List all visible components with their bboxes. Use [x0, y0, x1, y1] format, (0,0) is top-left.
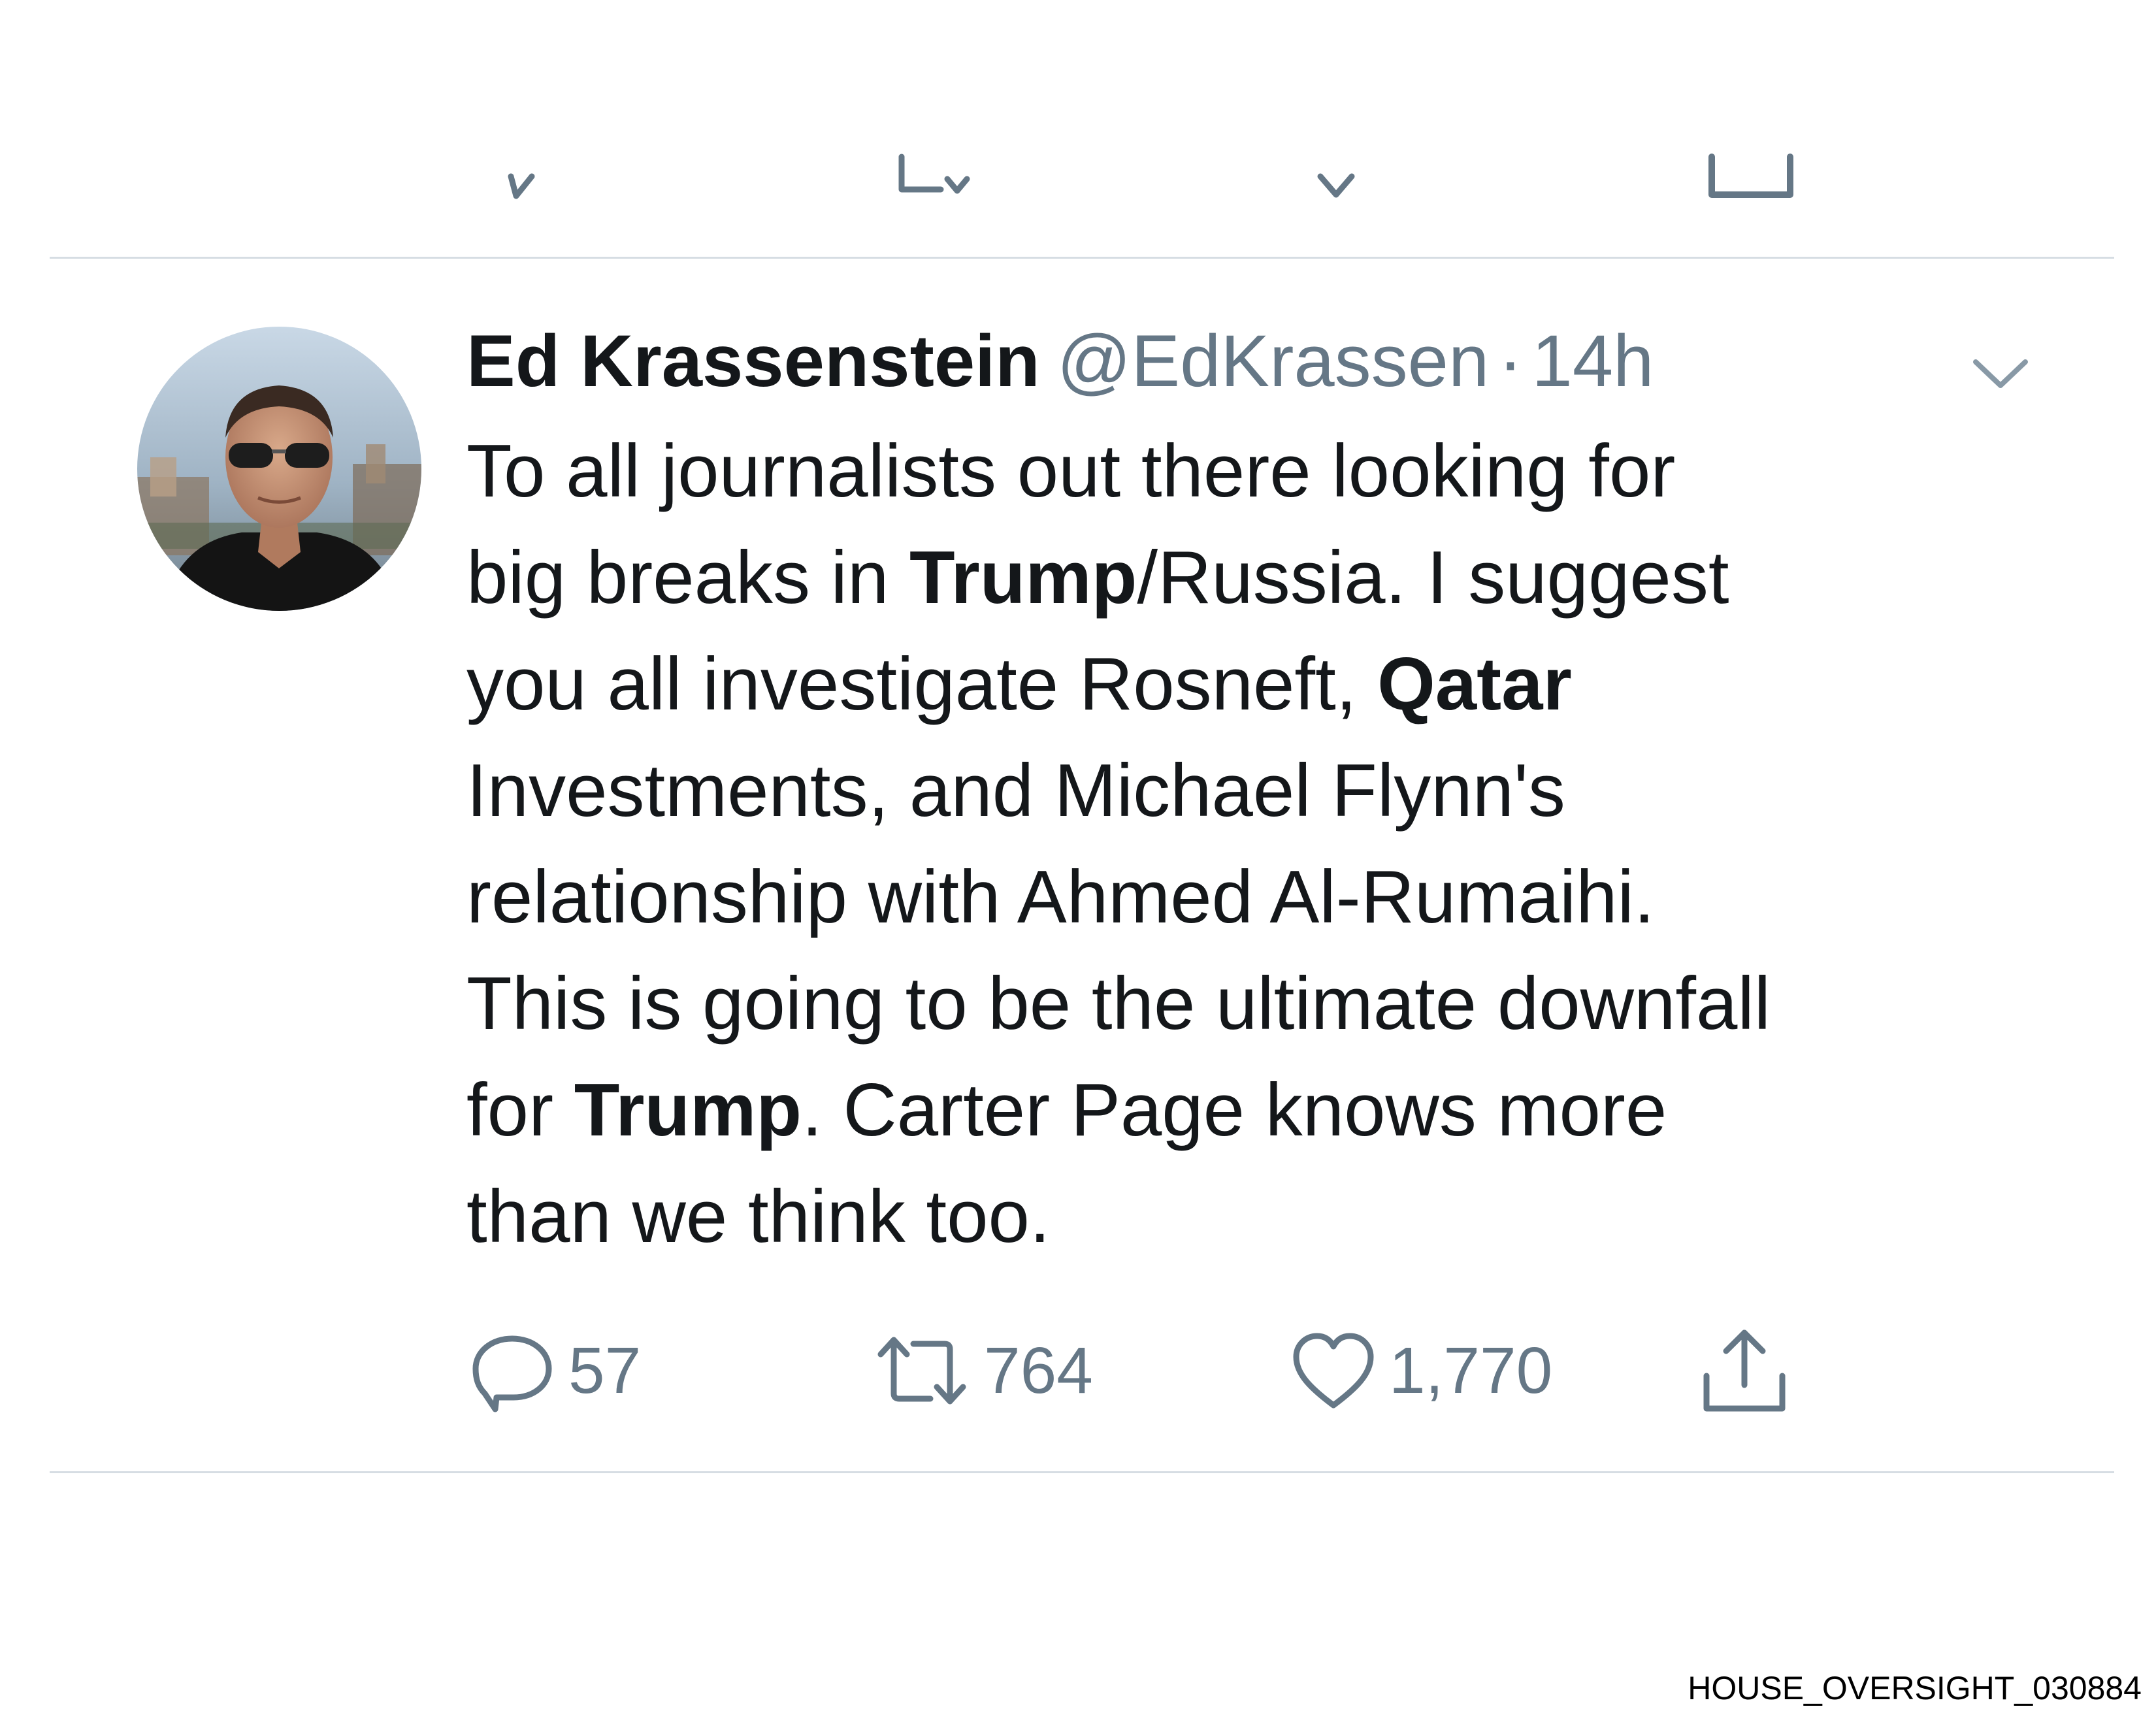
- tweet-text-line: To all journalists out there looking for: [466, 418, 2061, 525]
- retweet-icon: [898, 154, 970, 194]
- text-segment: you all investigate Rosneft,: [466, 643, 1378, 726]
- text-segment: for: [466, 1069, 574, 1152]
- divider-bottom: [50, 1471, 2114, 1473]
- share-button[interactable]: [1699, 1325, 1790, 1416]
- tweet-text-line: Investments, and Michael Flynn's: [466, 738, 2061, 844]
- bold-keyword: Trump: [909, 536, 1137, 619]
- retweet-button[interactable]: 764: [873, 1325, 1093, 1416]
- tweet-text-line: than we think too.: [466, 1164, 2061, 1270]
- tweet-text-line: relationship with Ahmed Al-Rumaihi.: [466, 844, 2061, 951]
- previous-tweet-actions: [0, 150, 2156, 203]
- divider-top: [50, 257, 2114, 259]
- display-name[interactable]: Ed Krassenstein: [466, 320, 1040, 402]
- chevron-down-icon[interactable]: [1968, 350, 2033, 396]
- text-segment: To all journalists out there looking for: [466, 430, 1676, 513]
- tweet-text-line: you all investigate Rosneft, Qatar: [466, 631, 2061, 738]
- like-button[interactable]: 1,770: [1291, 1325, 1552, 1416]
- user-handle[interactable]: @EdKrassen: [1057, 320, 1490, 402]
- share-icon: [1703, 1329, 1786, 1412]
- avatar[interactable]: [137, 327, 421, 611]
- heart-icon: [1293, 1333, 1374, 1409]
- text-segment: /Russia. I suggest: [1137, 536, 1729, 619]
- tweet-header: Ed Krassenstein @EdKrassen · 14h: [466, 319, 1654, 404]
- heart-icon: [1317, 173, 1355, 198]
- reply-button[interactable]: 57: [470, 1325, 641, 1416]
- like-count: 1,770: [1389, 1334, 1553, 1407]
- bold-keyword: Qatar: [1377, 643, 1572, 726]
- text-segment: This is going to be the ultimate downfal…: [466, 962, 1771, 1045]
- retweet-icon: [877, 1337, 966, 1405]
- text-segment: than we think too.: [466, 1175, 1051, 1258]
- tweet-text-line: big breaks in Trump/Russia. I suggest: [466, 525, 2061, 631]
- reply-count: 57: [568, 1334, 642, 1407]
- reply-icon: [472, 1335, 552, 1412]
- tweet-text-line: for Trump. Carter Page knows more: [466, 1057, 2061, 1164]
- reply-icon: [508, 173, 535, 199]
- retweet-count: 764: [984, 1334, 1093, 1407]
- tweet-text-line: This is going to be the ultimate downfal…: [466, 951, 2061, 1057]
- document-id-label: HOUSE_OVERSIGHT_030884: [1688, 1670, 2142, 1706]
- tweet-text: To all journalists out there looking for…: [466, 418, 2061, 1270]
- timestamp[interactable]: 14h: [1532, 320, 1654, 402]
- text-segment: Investments, and Michael Flynn's: [466, 749, 1565, 832]
- text-segment: . Carter Page knows more: [802, 1069, 1667, 1152]
- text-segment: big breaks in: [466, 536, 910, 619]
- separator-dot: ·: [1498, 320, 1523, 402]
- bold-keyword: Trump: [574, 1069, 802, 1152]
- share-icon: [1708, 154, 1793, 198]
- text-segment: relationship with Ahmed Al-Rumaihi.: [466, 856, 1655, 939]
